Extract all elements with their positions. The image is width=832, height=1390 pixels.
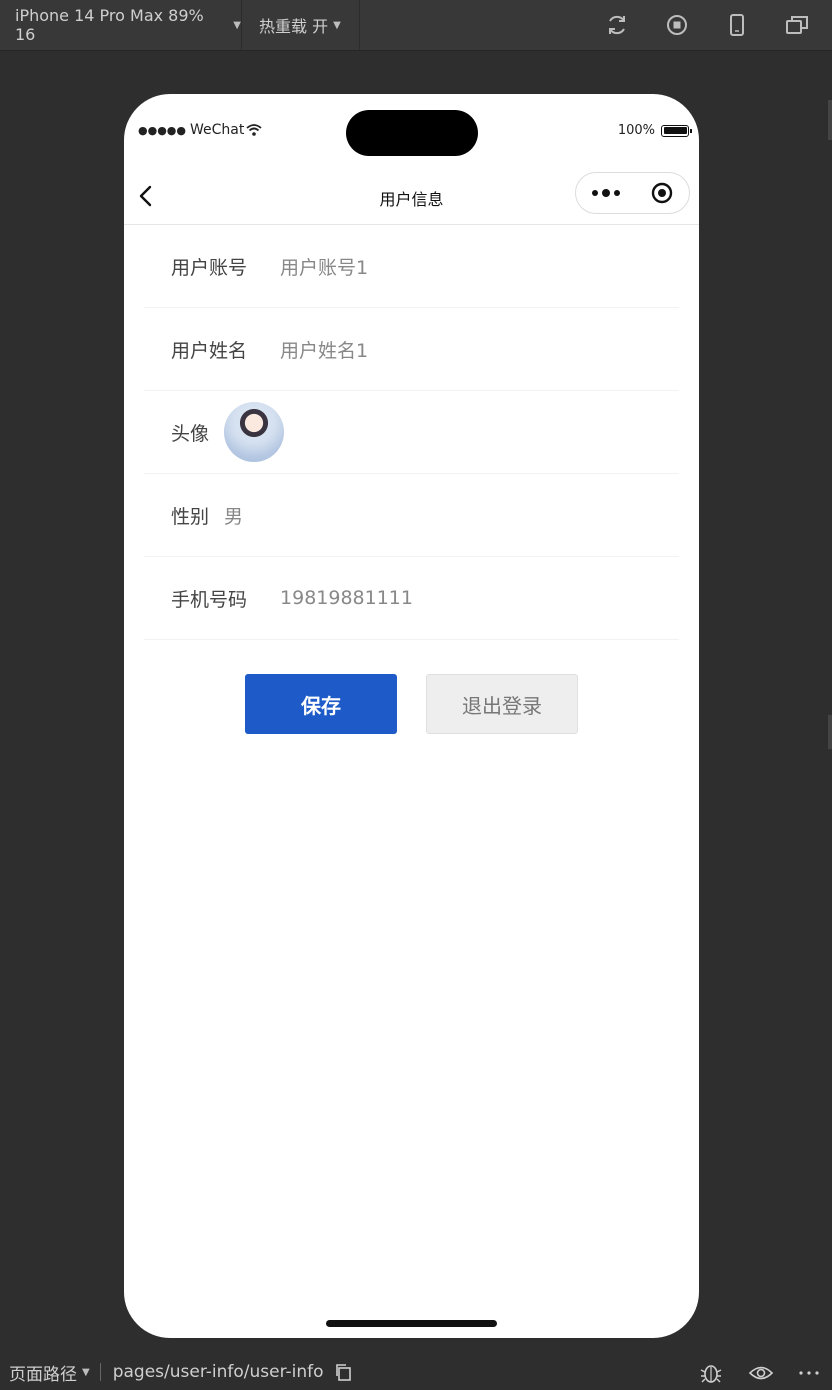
status-bar-left: ●●●●● WeChat <box>138 122 262 138</box>
account-input[interactable]: 用户账号1 <box>280 253 368 280</box>
user-info-form: 用户账号 用户账号1 用户姓名 用户姓名1 头像 性别 男 手机号码 19819… <box>144 225 679 640</box>
close-mini-program-icon[interactable] <box>651 182 673 204</box>
refresh-icon[interactable] <box>604 12 630 38</box>
phone-label: 手机号码 <box>171 588 248 611</box>
scroll-indicator <box>828 715 832 749</box>
detach-window-icon[interactable] <box>784 12 810 38</box>
devtools-bottom-bar: 页面路径 ▼ pages/user-info/user-info <box>0 1354 832 1390</box>
gender-picker[interactable]: 男 <box>224 502 243 529</box>
device-label: iPhone 14 Pro Max 89% 16 <box>15 6 204 44</box>
carrier-name: WeChat <box>190 122 245 138</box>
battery-percent: 100% <box>617 123 655 138</box>
avatar[interactable] <box>224 402 285 462</box>
hot-reload-label: 热重载 开 <box>259 17 329 36</box>
phone-input[interactable]: 19819881111 <box>280 587 413 609</box>
more-icon[interactable] <box>590 183 622 203</box>
dynamic-island <box>346 110 478 156</box>
chevron-down-icon[interactable]: ▼ <box>82 1367 90 1378</box>
home-indicator <box>326 1320 497 1327</box>
bug-icon[interactable] <box>698 1362 724 1384</box>
wifi-icon <box>246 124 262 136</box>
mini-program-capsule <box>575 172 690 214</box>
phone-simulator: ●●●●● WeChat 100% 用户信息 用户账号 用户账号1 用户姓名 用… <box>124 94 699 1338</box>
stop-icon[interactable] <box>664 12 690 38</box>
navigation-bar: 用户信息 <box>124 168 699 225</box>
name-row: 用户姓名 用户姓名1 <box>144 308 679 391</box>
save-button[interactable]: 保存 <box>245 674 397 734</box>
chevron-down-icon: ▼ <box>233 19 241 31</box>
more-icon[interactable] <box>798 1362 820 1384</box>
logout-button[interactable]: 退出登录 <box>426 674 578 734</box>
hot-reload-toggle[interactable]: 热重载 开 ▼ <box>243 0 360 50</box>
name-label: 用户姓名 <box>171 339 248 362</box>
eye-icon[interactable] <box>748 1362 774 1384</box>
device-selector[interactable]: iPhone 14 Pro Max 89% 16 ▼ <box>0 0 242 50</box>
account-label: 用户账号 <box>171 256 248 279</box>
page-path-value: pages/user-info/user-info <box>112 1362 324 1382</box>
devtools-toolbar: iPhone 14 Pro Max 89% 16 ▼ 热重载 开 ▼ <box>0 0 832 51</box>
avatar-row: 头像 <box>144 391 679 474</box>
copy-icon[interactable] <box>334 1363 352 1381</box>
phone-preview-icon[interactable] <box>724 12 750 38</box>
name-input[interactable]: 用户姓名1 <box>280 336 368 363</box>
divider <box>99 1363 101 1381</box>
status-bar-right: 100% <box>617 123 692 138</box>
signal-icon: ●●●●● <box>138 123 186 137</box>
battery-icon <box>661 124 692 137</box>
page-path-label[interactable]: 页面路径 <box>9 1360 77 1385</box>
phone-row: 手机号码 19819881111 <box>144 557 679 640</box>
avatar-label: 头像 <box>171 422 210 445</box>
gender-row: 性别 男 <box>144 474 679 557</box>
chevron-down-icon: ▼ <box>333 19 341 31</box>
scroll-indicator <box>828 100 832 140</box>
account-row: 用户账号 用户账号1 <box>144 225 679 308</box>
gender-label: 性别 <box>171 505 210 528</box>
